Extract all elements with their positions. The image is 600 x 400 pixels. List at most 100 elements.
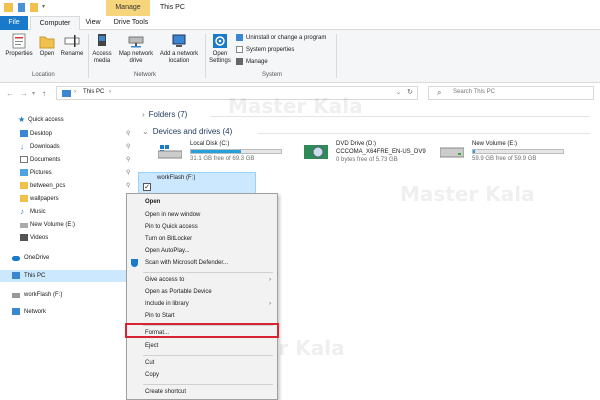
this-pc-icon (62, 90, 71, 97)
folder-icon (20, 182, 28, 189)
address-dropdown-icon[interactable]: ⌄ (396, 89, 401, 96)
open-button[interactable]: Open (36, 33, 58, 58)
system-properties-button[interactable]: System properties (236, 46, 294, 53)
properties-quick-icon[interactable] (18, 3, 25, 12)
up-arrow-icon[interactable]: ↑ (42, 89, 46, 98)
dvd-drive-icon (304, 145, 328, 159)
manage-icon (236, 58, 243, 65)
system-properties-icon (236, 46, 243, 53)
menu-separator (143, 384, 273, 385)
search-placeholder: Search This PC (453, 89, 495, 95)
tab-view[interactable]: View (81, 16, 105, 30)
menu-item-include-library[interactable]: Include in library › (127, 298, 277, 310)
drive-name: New Volume (E:) (472, 141, 518, 147)
access-media-button[interactable]: Access media (90, 33, 114, 65)
pin-icon[interactable]: ⚲ (126, 167, 130, 179)
drive-usage-bar (190, 149, 282, 154)
breadcrumb[interactable]: This PC (83, 89, 104, 95)
nav-item-onedrive[interactable]: OneDrive (0, 252, 140, 264)
nav-label: Music (30, 209, 46, 215)
rename-label: Rename (60, 51, 84, 57)
nav-item-new-volume[interactable]: New Volume (E:) (0, 219, 140, 231)
recent-locations-icon[interactable]: ▾ (32, 90, 35, 97)
nav-label: New Volume (E:) (30, 222, 76, 228)
pin-icon[interactable]: ⚲ (126, 154, 130, 166)
manage-label: Manage (246, 58, 268, 65)
drive-local-disk-c[interactable]: Local Disk (C:) 31.1 GB free of 69.3 GB (154, 139, 294, 169)
search-input[interactable]: ⌕ Search This PC (428, 86, 594, 100)
devices-group-header[interactable]: ⌄ Devices and drives (4) (142, 127, 232, 136)
pin-icon[interactable]: ⚲ (126, 180, 130, 192)
context-menu: Open Open in new window Pin to Quick acc… (126, 193, 278, 400)
group-label-network: Network (134, 72, 157, 78)
nav-item-pictures[interactable]: Pictures ⚲ (0, 167, 140, 179)
tab-computer[interactable]: Computer (30, 16, 80, 30)
nav-label: This PC (24, 273, 46, 279)
new-folder-quick-icon[interactable] (30, 3, 38, 12)
menu-item-give-access[interactable]: Give access to › (127, 274, 277, 286)
drive-free-space: 59.9 GB free of 59.9 GB (472, 156, 537, 162)
rename-button[interactable]: Rename (60, 33, 84, 58)
nav-item-downloads[interactable]: ↓ Downloads ⚲ (0, 141, 140, 153)
menu-item-bitlocker[interactable]: Turn on BitLocker (127, 233, 277, 245)
nav-item-between-pcs[interactable]: between_pcs ⚲ (0, 180, 140, 192)
tab-file[interactable]: File (0, 16, 28, 30)
menu-item-copy[interactable]: Copy (127, 369, 277, 381)
refresh-icon[interactable]: ↻ (407, 88, 413, 96)
nav-item-videos[interactable]: Videos (0, 232, 140, 244)
menu-separator (143, 355, 273, 356)
manage-button[interactable]: Manage (236, 58, 268, 65)
group-separator (336, 34, 337, 78)
properties-label: Properties (5, 51, 33, 57)
nav-item-network[interactable]: Network (0, 306, 140, 318)
usb-drive-icon (12, 293, 20, 298)
menu-item-eject[interactable]: Eject (127, 340, 277, 352)
checkbox-icon[interactable]: ✓ (143, 183, 151, 191)
video-icon (20, 234, 28, 241)
pin-icon[interactable]: ⚲ (126, 141, 130, 153)
nav-label: Network (24, 309, 47, 315)
drive-icon (440, 147, 464, 158)
nav-item-this-pc[interactable]: This PC (0, 270, 140, 282)
manage-context-tab[interactable]: Manage (106, 0, 150, 16)
menu-item-open[interactable]: Open (127, 196, 277, 208)
forward-arrow-icon[interactable]: → (20, 89, 28, 98)
menu-item-pin-start[interactable]: Pin to Start (127, 310, 277, 322)
add-network-location-button[interactable]: Add a network location (156, 33, 202, 65)
drive-icon (20, 223, 28, 228)
menu-item-pin-quick-access[interactable]: Pin to Quick access (127, 221, 277, 233)
nav-item-desktop[interactable]: Desktop ⚲ (0, 128, 140, 140)
menu-item-create-shortcut[interactable]: Create shortcut (127, 386, 277, 398)
cloud-icon (12, 256, 20, 261)
properties-button[interactable]: Properties (4, 33, 34, 58)
drive-free-space: 31.1 GB free of 69.3 GB (190, 156, 255, 162)
uninstall-program-button[interactable]: Uninstall or change a program (236, 34, 326, 41)
menu-item-defender[interactable]: Scan with Microsoft Defender... (127, 257, 277, 269)
drive-new-volume-e[interactable]: New Volume (E:) 59.9 GB free of 59.9 GB (436, 139, 576, 169)
drive-usage-fill (191, 150, 241, 153)
back-arrow-icon[interactable]: ← (6, 89, 14, 98)
drive-name: DVD Drive (D:) (336, 141, 376, 147)
menu-item-cut[interactable]: Cut (127, 357, 277, 369)
group-label-system: System (262, 72, 283, 78)
menu-item-portable-device[interactable]: Open as Portable Device (127, 286, 277, 298)
customize-toolbar-icon[interactable]: ▾ (42, 3, 51, 12)
drive-dvd-d[interactable]: DVD Drive (D:) CCCOMA_X64FRE_EN-US_DV9 0… (300, 139, 450, 169)
open-settings-button[interactable]: Open Settings (208, 33, 232, 65)
map-network-drive-button[interactable]: Map network drive (116, 33, 156, 65)
menu-item-open-new-window[interactable]: Open in new window (127, 209, 277, 221)
nav-item-workflash[interactable]: workFlash (F:) (0, 289, 140, 301)
menu-item-autoplay[interactable]: Open AutoPlay... (127, 245, 277, 257)
format-highlight-box (125, 323, 279, 338)
access-media-label-2: media (93, 58, 111, 64)
music-icon: ♪ (20, 207, 24, 216)
nav-item-quick-access[interactable]: ★ Quick access (0, 114, 140, 126)
nav-item-wallpapers[interactable]: wallpapers (0, 193, 140, 205)
nav-item-music[interactable]: ♪ Music (0, 206, 140, 218)
breadcrumb-chevron-icon: › (74, 89, 76, 95)
pin-icon[interactable]: ⚲ (126, 128, 130, 140)
open-folder-icon (39, 36, 55, 49)
nav-item-documents[interactable]: Documents ⚲ (0, 154, 140, 166)
drive-name: workFlash (F:) (157, 175, 196, 181)
folders-group-header[interactable]: › Folders (7) (142, 110, 187, 119)
